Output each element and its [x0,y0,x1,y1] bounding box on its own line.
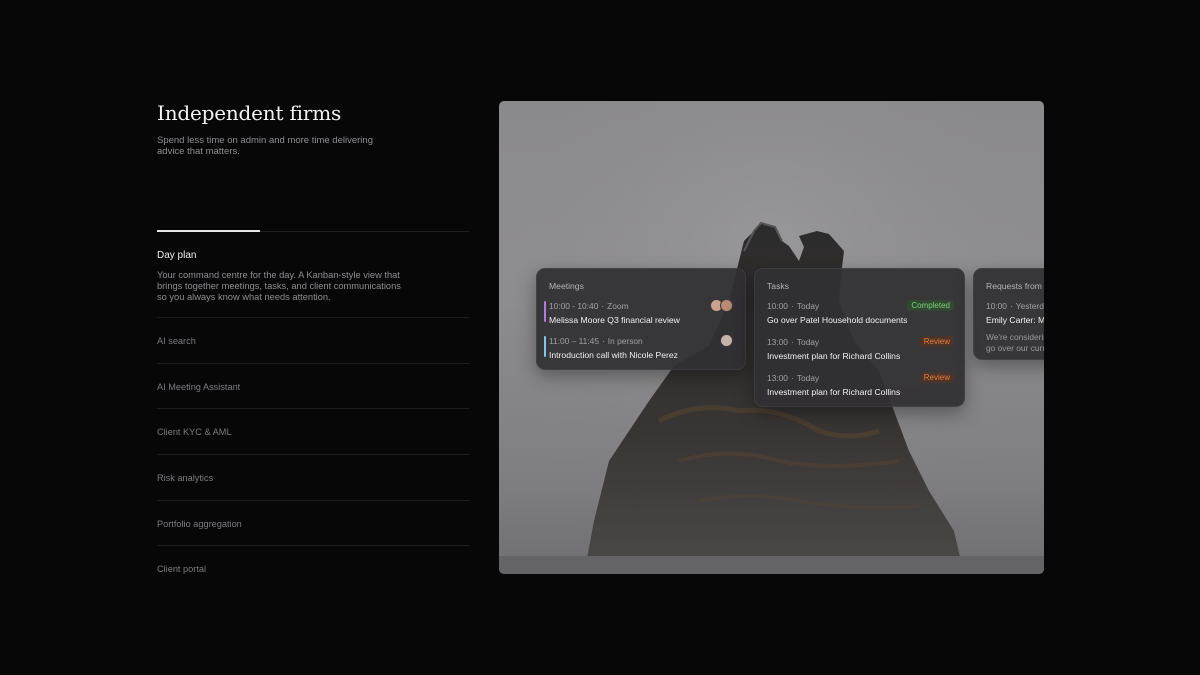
meeting-item[interactable]: 10:00 - 10:40 · Zoom Melissa Moore Q3 fina… [544,299,735,325]
task-title: Investment plan for Richard Collins [767,387,901,397]
meetings-card[interactable]: Meetings 10:00 - 10:40 · Zoom Melissa Moor… [536,268,746,370]
feature-item-ai-search[interactable]: AI search [157,317,469,363]
meeting-title: Introduction call with Nicole Perez [549,350,678,360]
feature-item-label: Client portal [157,564,207,575]
feature-description: Your command centre for the day. A Kanba… [157,270,401,302]
task-item[interactable]: 13:00 · Today Investment plan for Richard … [767,336,954,361]
page-subtitle: Spend less time on admin and more time d… [157,135,373,157]
feature-item-label: Portfolio aggregation [157,518,242,529]
request-item[interactable]: 10:00 · Yesterd Emily Carter: M We're cons… [986,301,1044,354]
feature-item-label: Client KYC & AML [157,427,232,438]
feature-title: Day plan [157,250,197,261]
feature-item-label: Risk analytics [157,473,214,484]
requests-card-title: Requests from c [986,281,1044,291]
feature-visual: Meetings 10:00 - 10:40 · Zoom Melissa Moor… [499,101,1044,574]
task-title: Go over Patel Household documents [767,315,908,325]
status-badge: Review [919,336,954,347]
feature-item-portfolio-aggregation[interactable]: Portfolio aggregation [157,499,469,546]
avatar [720,334,733,347]
avatar [720,299,733,312]
meeting-time: 10:00 - 10:40 · Zoom [549,301,629,311]
request-title: Emily Carter: M [986,315,1044,325]
request-preview: We're considerin go over our curr [986,332,1044,353]
task-title: Investment plan for Richard Collins [767,351,901,361]
tasks-card-title: Tasks [767,281,789,291]
feature-item-risk-analytics[interactable]: Risk analytics [157,454,469,500]
meeting-item[interactable]: 11:00 – 11:45 · In person Introduction cal… [544,334,735,360]
meeting-title: Melissa Moore Q3 financial review [549,315,680,325]
requests-card[interactable]: Requests from c 10:00 · Yesterd Emily Cart… [973,268,1044,360]
tasks-card[interactable]: Tasks 10:00 · Today Go over Patel Househol… [754,268,965,407]
status-badge: Review [919,372,954,383]
request-time: 10:00 · Yesterd [986,301,1044,311]
meetings-card-title: Meetings [549,281,584,291]
feature-list: AI search AI Meeting Assistant Client KY… [157,317,469,591]
feature-item-label: AI search [157,336,196,346]
task-item[interactable]: 13:00 · Today Investment plan for Richard … [767,372,954,397]
status-badge: Completed [907,300,954,311]
feature-progress-fill [157,230,260,232]
meeting-time: 11:00 – 11:45 · In person [549,336,643,346]
feature-item-ai-meeting-assistant[interactable]: AI Meeting Assistant [157,362,469,409]
meeting-accent-bar [544,336,546,357]
feature-progress-track [157,230,469,232]
feature-item-day-plan[interactable]: Day plan Your command centre for the day… [157,250,469,303]
feature-item-client-portal[interactable]: Client portal [157,545,469,591]
task-item[interactable]: 10:00 · Today Go over Patel Household docu… [767,300,954,325]
feature-item-client-kyc-aml[interactable]: Client KYC & AML [157,408,469,454]
meeting-accent-bar [544,301,546,322]
page-title: Independent firms [157,101,342,125]
feature-item-label: AI Meeting Assistant [157,381,241,392]
left-panel: Independent firms Spend less time on adm… [157,101,469,574]
